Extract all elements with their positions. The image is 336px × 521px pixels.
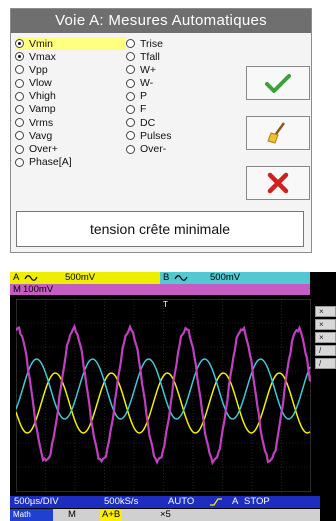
radio-icon[interactable] [15, 104, 24, 114]
radio-icon[interactable] [126, 144, 135, 154]
oscilloscope-display: A 500mV B 500mV M 100mV T × × × / / 500µ… [10, 272, 336, 521]
radio-icon[interactable] [126, 104, 135, 114]
side-button-1[interactable]: × [315, 306, 336, 317]
option-p[interactable]: P [126, 90, 172, 103]
side-button-5[interactable]: / [315, 358, 336, 369]
option-tfall[interactable]: Tfall [126, 50, 172, 63]
timebase[interactable]: 500µs/DIV [14, 496, 59, 508]
run-state[interactable]: STOP [244, 496, 270, 508]
side-button-2[interactable]: × [315, 319, 336, 330]
option-over-minus[interactable]: Over- [126, 143, 172, 156]
side-buttons: × × × / / [315, 306, 336, 371]
radio-icon[interactable] [126, 39, 135, 48]
waveform-grid[interactable]: T [16, 299, 311, 492]
channel-a-label: A [13, 272, 20, 283]
ac-coupling-icon [174, 275, 188, 281]
channel-b-bar[interactable]: B 500mV [160, 272, 310, 284]
option-f[interactable]: F [126, 103, 172, 116]
radio-icon[interactable] [15, 78, 24, 88]
radio-icon[interactable] [126, 52, 135, 62]
trigger-marker: T [163, 300, 168, 309]
ok-button[interactable] [246, 66, 310, 100]
math-channel-bar[interactable]: M 100mV [10, 284, 310, 295]
trigger-edge-icon [210, 498, 222, 506]
side-button-4[interactable]: / [315, 345, 336, 356]
option-phase[interactable]: Phase[A] [15, 156, 125, 169]
measure-list-left: Vmin Vmax Vpp Vlow Vhigh Vamp Vrms Vavg … [15, 37, 125, 169]
option-trise[interactable]: Trise [126, 37, 172, 50]
radio-icon[interactable] [126, 91, 135, 101]
math-scale: 100mV [23, 284, 54, 295]
zoom-factor[interactable]: ×5 [160, 509, 171, 521]
measure-list-right: Trise Tfall W+ W- P F DC Pulses Over- [126, 37, 172, 156]
option-pulses[interactable]: Pulses [126, 129, 172, 142]
option-w-minus[interactable]: W- [126, 77, 172, 90]
math-operation[interactable]: A+B [100, 509, 123, 521]
check-icon [265, 74, 291, 93]
math-label: M [13, 284, 21, 295]
channel-b-scale: 500mV [210, 272, 241, 283]
math-bar: Math M A+B ×5 [10, 509, 320, 521]
option-vhigh[interactable]: Vhigh [15, 90, 125, 103]
option-vamp[interactable]: Vamp [15, 103, 125, 116]
radio-icon[interactable] [126, 78, 135, 88]
radio-icon[interactable] [15, 157, 24, 167]
radio-icon[interactable] [15, 118, 24, 128]
dialog-title: Voie A: Mesures Automatiques [11, 9, 311, 33]
radio-icon[interactable] [15, 65, 24, 75]
option-vlow[interactable]: Vlow [15, 77, 125, 90]
measure-description: tension crête minimale [16, 211, 304, 247]
radio-icon[interactable] [126, 131, 135, 141]
radio-icon[interactable] [15, 52, 24, 62]
cross-icon [267, 172, 289, 194]
channel-a-trace [16, 372, 311, 434]
option-vpp[interactable]: Vpp [15, 63, 125, 76]
broom-icon [267, 122, 286, 144]
radio-icon[interactable] [126, 118, 135, 128]
side-button-3[interactable]: × [315, 332, 336, 343]
option-dc[interactable]: DC [126, 116, 172, 129]
radio-icon[interactable] [126, 65, 135, 75]
radio-icon[interactable] [15, 39, 24, 48]
sample-rate: 500kS/s [104, 496, 139, 507]
option-w-plus[interactable]: W+ [126, 63, 172, 76]
measurement-dialog: Voie A: Mesures Automatiques Vmin Vmax V… [10, 8, 312, 253]
clear-button[interactable] [246, 116, 310, 150]
option-vrms[interactable]: Vrms [15, 116, 125, 129]
radio-icon[interactable] [15, 131, 24, 141]
channel-a-scale: 500mV [65, 272, 96, 283]
option-vmax[interactable]: Vmax [15, 50, 125, 63]
status-bar: 500µs/DIV 500kS/s AUTO A STOP [10, 496, 320, 508]
radio-icon[interactable] [15, 144, 24, 154]
math-source-m[interactable]: M [68, 509, 76, 521]
trigger-channel: A [232, 496, 239, 507]
ac-coupling-icon [24, 275, 38, 281]
trigger-mode[interactable]: AUTO [168, 496, 194, 508]
radio-icon[interactable] [15, 91, 24, 101]
option-vmin[interactable]: Vmin [15, 37, 125, 50]
channel-b-label: B [163, 272, 170, 283]
option-over-plus[interactable]: Over+ [15, 143, 125, 156]
option-vavg[interactable]: Vavg [15, 129, 125, 142]
cancel-button[interactable] [246, 166, 310, 200]
math-tab[interactable]: Math [10, 509, 53, 521]
